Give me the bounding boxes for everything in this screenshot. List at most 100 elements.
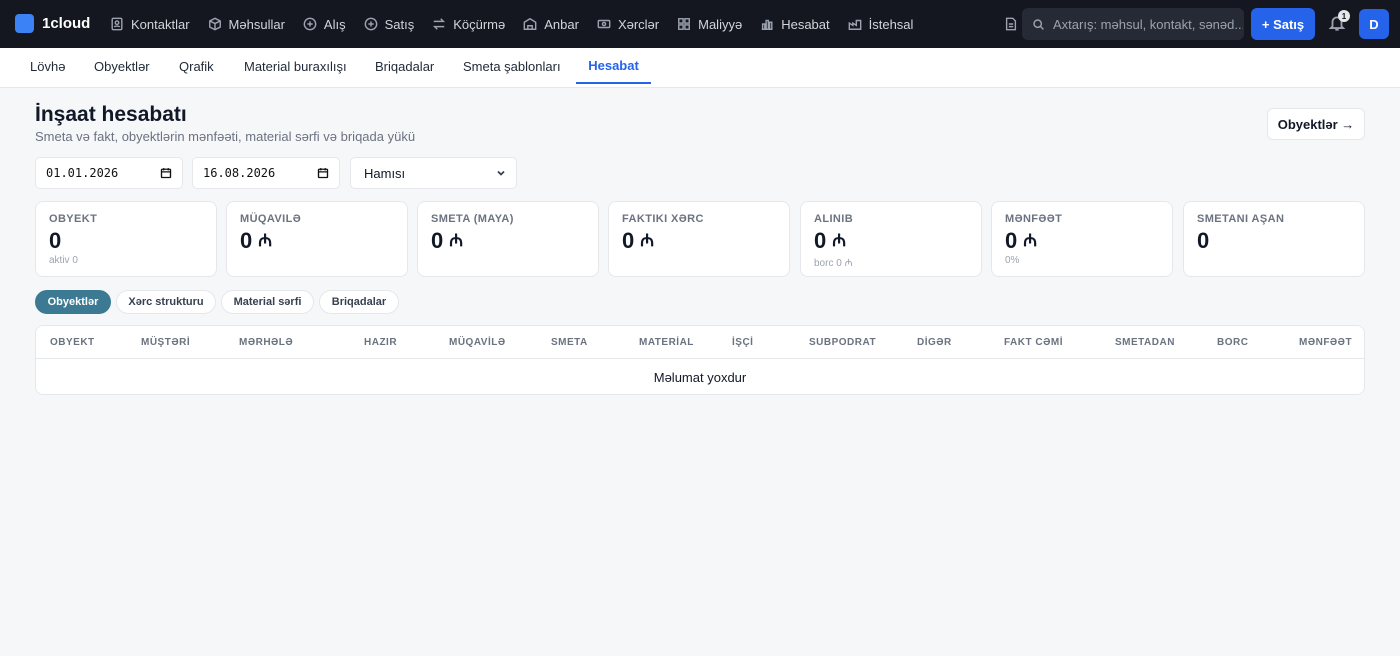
new-sale-button[interactable]: + Satış — [1251, 8, 1315, 40]
date-to-value: 16.08.2026 — [203, 166, 276, 180]
subnav-item-qrafik[interactable]: Qrafik — [165, 48, 228, 84]
nav-label: Köçürmə — [453, 16, 506, 32]
nav-item-kocurme[interactable]: Köçürmə — [423, 0, 514, 48]
plus-circle-icon — [303, 17, 317, 31]
brand-logo-icon — [15, 14, 34, 33]
column-header-subpodrat[interactable]: SUBPODRAT — [809, 326, 876, 359]
calendar-icon[interactable] — [317, 167, 329, 179]
kpi-value: 0 ₼ — [622, 227, 776, 255]
kpi-number: 0 — [1005, 228, 1018, 253]
kpi-number: 0 — [49, 228, 62, 253]
kpi-value: 0 ₼ — [240, 227, 394, 255]
nav-item-kontaktlar[interactable]: Kontaktlar — [101, 0, 199, 48]
subnav-item-hesabat[interactable]: Hesabat — [576, 48, 651, 84]
tab-xerc-strukturu[interactable]: Xərc strukturu — [116, 290, 216, 314]
nav-item-xercler[interactable]: Xərclər — [588, 0, 668, 48]
column-header-borc[interactable]: BORC — [1217, 326, 1248, 359]
tab-material-serfi[interactable]: Material sərfi — [221, 290, 314, 314]
status-select[interactable]: Hamısı — [350, 157, 517, 189]
column-header-merhele[interactable]: MƏRHƏLƏ — [239, 326, 293, 359]
table-empty-state: Məlumat yoxdur — [653, 369, 747, 385]
kpi-subtext: borc 0 ₼ — [814, 258, 853, 269]
transfer-icon — [433, 18, 446, 30]
brand[interactable]: 1cloud — [15, 14, 90, 33]
report-table: OBYEKT MÜŞTƏRİ MƏRHƏLƏ HAZIR MÜQAVİLƏ SM… — [35, 325, 1365, 395]
kpi-value: 0 ₼ — [1005, 227, 1159, 255]
kpi-subtext: 0% — [1005, 255, 1020, 266]
column-header-diger[interactable]: DİGƏR — [917, 326, 952, 359]
chevron-down-icon — [497, 170, 505, 176]
currency-manat-icon: ₼ — [640, 231, 655, 250]
nav-item-overflow[interactable] — [1000, 0, 1022, 48]
currency-manat-icon: ₼ — [258, 231, 273, 250]
money-icon — [597, 19, 611, 29]
nav-item-mehsullar[interactable]: Məhsullar — [199, 0, 294, 48]
subnav-item-smeta-sablonlari[interactable]: Smeta şablonları — [449, 48, 575, 84]
kpi-label: Smetanı aşan — [1197, 213, 1285, 225]
user-avatar[interactable]: D — [1359, 9, 1389, 39]
kpi-label: Smeta (maya) — [431, 213, 514, 225]
date-to-input[interactable]: 16.08.2026 — [192, 157, 340, 189]
kpi-card-alinib: Alınıb 0 ₼ borc 0 ₼ — [800, 201, 982, 277]
kpi-label: Obyekt — [49, 213, 98, 225]
column-header-hazir[interactable]: HAZIR — [364, 326, 397, 359]
nav-item-alis[interactable]: Alış — [294, 0, 355, 48]
page-subtitle: Smeta və fakt, obyektlərin mənfəəti, mat… — [35, 129, 416, 144]
nav-label: Məhsullar — [228, 16, 285, 32]
nav-item-satis[interactable]: Satış — [355, 0, 424, 48]
nav-label: İstehsal — [868, 16, 914, 32]
kpi-card-menfeet: Mənfəət 0 ₼ 0% — [991, 201, 1173, 277]
kpi-label: Mənfəət — [1005, 213, 1063, 225]
kpi-number: 0 — [1197, 228, 1210, 253]
tab-briqadalar[interactable]: Briqadalar — [319, 290, 399, 314]
currency-manat-icon: ₼ — [832, 231, 847, 250]
document-icon — [1005, 17, 1017, 31]
column-header-muqavile[interactable]: MÜQAVİLƏ — [449, 326, 506, 359]
currency-manat-icon: ₼ — [449, 231, 464, 250]
kpi-card-obyekt: Obyekt 0 aktiv 0 — [35, 201, 217, 277]
kpi-label: Faktiki xərc — [622, 213, 704, 225]
notification-count-badge: 1 — [1338, 10, 1350, 22]
kpi-value: 0 — [1197, 227, 1351, 255]
column-header-smetadan[interactable]: SMETADAN — [1115, 326, 1175, 359]
kpi-label: Alınıb — [814, 213, 854, 225]
kpi-value: 0 ₼ — [431, 227, 585, 255]
nav-item-hesabat[interactable]: Hesabat — [751, 0, 838, 48]
global-search[interactable] — [1022, 8, 1244, 40]
search-input[interactable] — [1053, 16, 1243, 32]
subnav-item-material-buraxilisi[interactable]: Material buraxılışı — [230, 48, 361, 84]
nav-item-maliyye[interactable]: Maliyyə — [668, 0, 751, 48]
nav-label: Anbar — [544, 16, 579, 32]
column-header-material[interactable]: MATERİAL — [639, 326, 694, 359]
kpi-number: 0 — [240, 228, 253, 253]
table-header: OBYEKT MÜŞTƏRİ MƏRHƏLƏ HAZIR MÜQAVİLƏ SM… — [36, 326, 1364, 359]
subnav-item-lovhe[interactable]: Lövhə — [16, 48, 79, 84]
kpi-label: Müqavilə — [240, 213, 302, 225]
column-header-smeta[interactable]: SMETA — [551, 326, 588, 359]
kpi-card-faktiki-xerc: Faktiki xərc 0 ₼ — [608, 201, 790, 277]
column-header-isci[interactable]: İŞÇİ — [732, 326, 753, 359]
date-from-input[interactable]: 01.01.2026 — [35, 157, 183, 189]
objects-link-button[interactable]: Obyektlər → — [1267, 108, 1365, 140]
kpi-card-muqavile: Müqavilə 0 ₼ — [226, 201, 408, 277]
calendar-icon[interactable] — [160, 167, 172, 179]
subnav-item-obyektler[interactable]: Obyektlər — [80, 48, 164, 84]
plus-circle-icon — [364, 17, 377, 31]
column-header-menfeet[interactable]: MƏNFƏƏT — [1299, 326, 1352, 359]
column-header-musteri[interactable]: MÜŞTƏRİ — [141, 326, 190, 359]
nav-label: Satış — [384, 16, 415, 32]
tab-obyektler[interactable]: Obyektlər — [35, 290, 111, 314]
currency-manat-icon: ₼ — [1023, 231, 1038, 250]
kpi-number: 0 — [431, 228, 444, 253]
kpi-value: 0 — [49, 227, 203, 255]
subnav-item-briqadalar[interactable]: Briqadalar — [361, 48, 448, 84]
nav-item-anbar[interactable]: Anbar — [514, 0, 588, 48]
nav-label: Alış — [323, 16, 346, 32]
status-select-value: Hamısı — [364, 165, 406, 181]
kpi-card-smetani-asan: Smetanı aşan 0 — [1183, 201, 1365, 277]
column-header-obyekt[interactable]: OBYEKT — [50, 326, 95, 359]
column-header-fakt-cemi[interactable]: FAKT CƏMİ — [1004, 326, 1063, 359]
nav-item-istehsal[interactable]: İstehsal — [839, 0, 923, 48]
kpi-subtext: aktiv 0 — [49, 255, 78, 266]
box-icon — [208, 17, 221, 31]
